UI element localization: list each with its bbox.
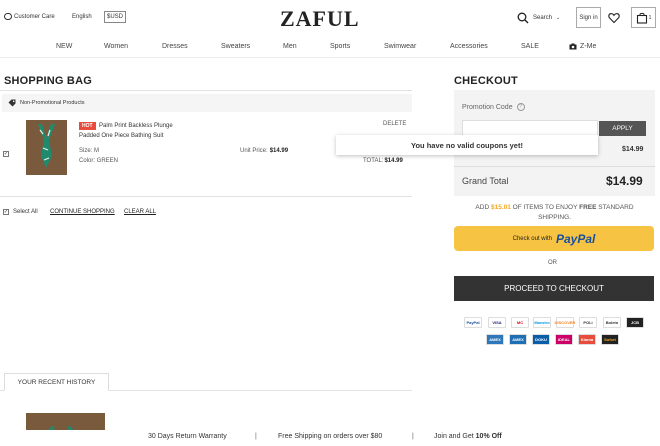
amex-payment-icon: AMEX [486, 334, 504, 345]
nav-item-accessories[interactable]: Accessories [450, 43, 488, 50]
nav-item-sale[interactable]: SALE [521, 43, 539, 50]
tab-recent-history[interactable]: YOUR RECENT HISTORY [4, 373, 109, 391]
product-group-label: Non-Promotional Products [20, 100, 85, 106]
customer-care-link[interactable]: Customer Care [4, 13, 55, 20]
nav-item-zme-label: Z-Me [580, 43, 597, 50]
boleto-payment-icon: Boleto [603, 317, 621, 328]
item-checkbox[interactable]: ✓ [3, 151, 9, 157]
clear-all-link[interactable]: CLEAR ALL [124, 209, 156, 215]
product-name-line1[interactable]: Palm Print Backless Plunge [99, 123, 173, 129]
join-prefix: Join and Get [434, 433, 474, 440]
top-bar: Customer Care English $USD ZAFUL Search … [0, 0, 660, 38]
free-ship-prefix: ADD [475, 204, 490, 211]
hot-badge: HOT [79, 122, 96, 130]
discover-payment-icon: DISCOVER [555, 317, 575, 328]
search-icon [517, 12, 529, 24]
search-button[interactable]: Search ⌄ [517, 12, 560, 24]
unit-price: Unit Price: $14.99 [240, 148, 288, 154]
nav-item-dresses[interactable]: Dresses [162, 43, 188, 50]
return-warranty[interactable]: 30 Days Return Warranty [148, 433, 227, 440]
join-promo[interactable]: Join and Get 10% Off [434, 433, 502, 440]
free-ship-amount: $15.01 [490, 204, 511, 211]
or-separator: OR [548, 260, 557, 266]
free-shipping-note: ADD $15.01 OF ITEMS TO ENJOY FREE STANDA… [462, 203, 647, 223]
paypal-logo: PayPal [555, 231, 596, 246]
customer-care-label: Customer Care [14, 13, 55, 20]
bag-button[interactable]: 1 [631, 7, 656, 28]
nav-item-men[interactable]: Men [283, 43, 297, 50]
shopping-bag-icon [636, 12, 647, 24]
heart-icon [608, 13, 620, 24]
join-discount: 10% Off [475, 433, 502, 440]
product-group-header: Non-Promotional Products [2, 94, 412, 112]
jcb-payment-icon: JCB [626, 317, 644, 328]
doku-payment-icon: DOKU [532, 334, 550, 345]
wishlist-button[interactable] [608, 12, 620, 26]
free-shipping-promo[interactable]: Free Shipping on orders over $80 [278, 433, 382, 440]
amex-blue-payment-icon: AMEX [509, 334, 527, 345]
maestro-payment-icon: Maestro [533, 317, 551, 328]
currency-selector[interactable]: $USD [104, 11, 126, 23]
nav-item-zme[interactable]: Z-Me [569, 43, 596, 50]
paypal-payment-icon: PayPal [464, 317, 482, 328]
promo-label: Promotion Code ? [462, 103, 525, 111]
visa-payment-icon: VISA [488, 317, 506, 328]
grand-total-value: $14.99 [606, 174, 643, 188]
poli-payment-icon: POLi [579, 317, 597, 328]
paypal-checkout-button[interactable]: Check out with PayPal [454, 226, 654, 251]
product-color: Color: GREEN [79, 158, 119, 164]
delete-link[interactable]: DELETE [383, 121, 406, 127]
language-selector[interactable]: English [72, 14, 92, 20]
chevron-down-icon: ⌄ [556, 15, 561, 21]
paypal-prefix: Check out with [512, 235, 552, 242]
item-total-value: $14.99 [384, 158, 403, 164]
footer-benefits-bar: 30 Days Return Warranty | Free Shipping … [0, 430, 660, 446]
product-name-line2[interactable]: Padded One Piece Bathing Suit [79, 133, 163, 139]
coupon-tooltip: You have no valid coupons yet! [336, 135, 598, 155]
klarna-payment-icon: Klarna [578, 334, 596, 345]
select-all-checkbox[interactable]: ✓ [3, 209, 9, 215]
grand-total-label: Grand Total [462, 176, 509, 186]
divider [0, 196, 412, 197]
site-logo[interactable]: ZAFUL [280, 6, 360, 32]
swimsuit-icon [26, 120, 67, 175]
unit-price-label: Unit Price: [240, 148, 268, 154]
shopping-bag-title: SHOPPING BAG [4, 75, 92, 87]
sofort-payment-icon: Sofort [601, 334, 619, 345]
free-ship-bold: FREE [579, 204, 597, 211]
search-label: Search [533, 15, 553, 21]
main-nav: NEW Women Dresses Sweaters Men Sports Sw… [0, 38, 660, 58]
chat-icon [4, 13, 12, 20]
continue-shopping-link[interactable]: CONTINUE SHOPPING [50, 209, 115, 215]
nav-item-sports[interactable]: Sports [330, 43, 350, 50]
sign-in-button[interactable]: Sign in [576, 7, 601, 28]
camera-icon [569, 43, 577, 50]
promo-label-text: Promotion Code [462, 103, 513, 111]
separator: | [255, 433, 257, 440]
divider [454, 166, 655, 167]
subtotal-value: $14.99 [622, 146, 644, 153]
select-all-label[interactable]: Select All [13, 209, 38, 215]
unit-price-value: $14.99 [269, 148, 289, 154]
divider [0, 90, 412, 91]
product-size: Size: M [79, 148, 100, 154]
nav-item-swimwear[interactable]: Swimwear [384, 43, 416, 50]
product-image[interactable] [26, 120, 67, 175]
mastercard-payment-icon: MC [511, 317, 529, 328]
nav-item-new[interactable]: NEW [56, 43, 72, 50]
nav-item-sweaters[interactable]: Sweaters [221, 43, 250, 50]
nav-item-women[interactable]: Women [104, 43, 128, 50]
item-total: TOTAL: $14.99 [363, 158, 403, 164]
separator: | [412, 433, 414, 440]
promo-code-input[interactable] [462, 120, 598, 136]
checkout-title: CHECKOUT [454, 75, 518, 87]
free-ship-mid: OF ITEMS TO ENJOY [512, 204, 578, 211]
proceed-to-checkout-button[interactable]: PROCEED TO CHECKOUT [454, 276, 654, 301]
apply-button[interactable]: APPLY [599, 121, 646, 136]
ideal-payment-icon: iDEAL [555, 334, 573, 345]
tag-icon [8, 99, 16, 107]
question-icon[interactable]: ? [516, 103, 525, 111]
bag-count: 1 [648, 14, 652, 21]
item-total-label: TOTAL: [363, 158, 384, 164]
